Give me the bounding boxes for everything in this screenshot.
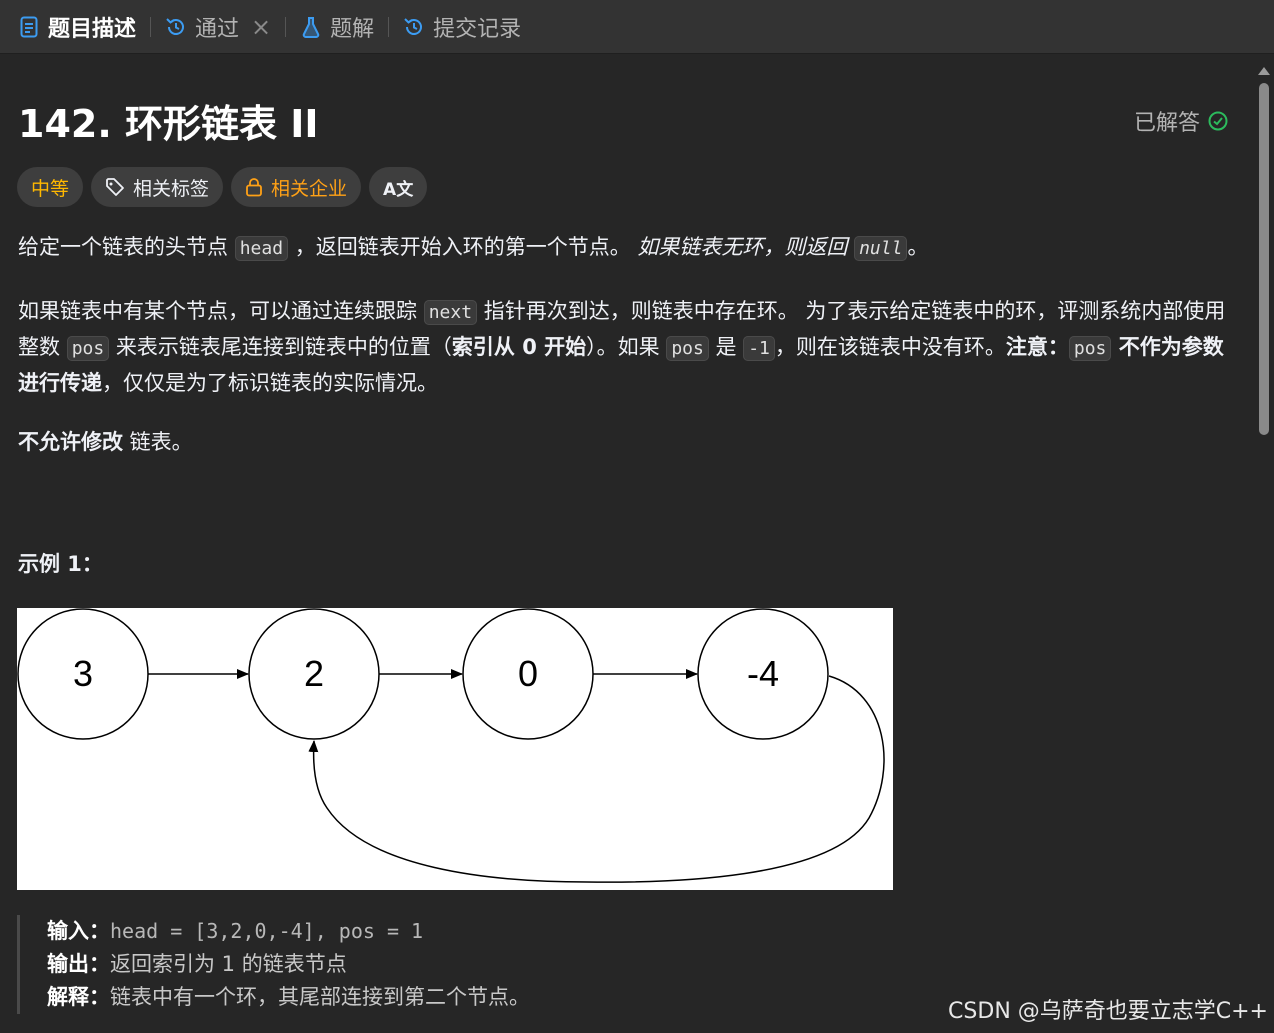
tab-separator xyxy=(150,16,152,37)
document-icon xyxy=(18,16,40,38)
text: 是 xyxy=(708,335,744,359)
description-paragraph-3: 不允许修改 链表。 xyxy=(18,425,1228,460)
bold-text: 索引从 0 开始 xyxy=(451,335,587,359)
translate-button[interactable]: A文 xyxy=(369,167,428,207)
tab-submissions-label: 提交记录 xyxy=(433,16,522,42)
output-label: 输出： xyxy=(47,952,110,976)
history-icon xyxy=(403,16,425,38)
text: ，则在该链表中没有环。 xyxy=(774,335,1006,359)
problem-description-panel: 142. 环形链表 II 已解答 中等 相关标签 相关企业 A文 给定一个链表的… xyxy=(0,55,1254,1033)
example-output-line: 输出：返回索引为 1 的链表节点 xyxy=(47,948,530,981)
node-value: 2 xyxy=(304,653,324,694)
text: 给定一个链表的头节点 xyxy=(18,235,235,259)
tag-icon xyxy=(106,178,124,196)
inline-code: pos xyxy=(1068,336,1112,361)
lock-icon xyxy=(246,178,262,197)
example-input-line: 输入：head = [3,2,0,-4], pos = 1 xyxy=(47,915,530,948)
flask-icon xyxy=(300,16,322,38)
tab-solutions[interactable]: 题解 xyxy=(294,0,380,54)
watermark: CSDN @乌萨奇也要立志学C++ xyxy=(948,999,1268,1024)
text: ，仅仅是为了标识链表的实际情况。 xyxy=(102,371,438,395)
related-companies-label: 相关企业 xyxy=(271,177,348,200)
node-value: 0 xyxy=(518,653,538,694)
inline-code: null xyxy=(854,236,908,261)
input-value: head = [3,2,0,-4], pos = 1 xyxy=(110,919,424,943)
text: 链表。 xyxy=(123,430,193,454)
problem-title[interactable]: 142. 环形链表 II xyxy=(18,93,319,148)
tab-description[interactable]: 题目描述 xyxy=(12,0,142,54)
tag-row: 中等 相关标签 相关企业 A文 xyxy=(17,167,428,207)
description-paragraph-1: 给定一个链表的头节点 head ，返回链表开始入环的第一个节点。 如果链表无环，… xyxy=(18,230,1228,266)
tab-bar: 题目描述 通过 × 题解 提交记录 xyxy=(0,0,1274,54)
related-companies-button[interactable]: 相关企业 xyxy=(231,167,362,207)
tab-submissions[interactable]: 提交记录 xyxy=(397,0,527,54)
linked-list-diagram: 3 2 0 -4 xyxy=(17,608,893,890)
tab-separator xyxy=(388,16,390,37)
example-title: 示例 1： xyxy=(18,552,103,576)
text: 如果链表中有某个节点，可以通过连续跟踪 xyxy=(18,299,424,323)
solved-status: 已解答 xyxy=(1134,105,1228,137)
example-io-block: 输入：head = [3,2,0,-4], pos = 1 输出：返回索引为 1… xyxy=(17,915,530,1014)
text: ，返回链表开始入环的第一个节点。 xyxy=(288,235,638,259)
tab-solutions-label: 题解 xyxy=(330,16,375,42)
description-paragraph-2: 如果链表中有某个节点，可以通过连续跟踪 next 指针再次到达，则链表中存在环。… xyxy=(18,294,1228,401)
tab-accepted[interactable]: 通过 × xyxy=(159,0,277,54)
related-tags-label: 相关标签 xyxy=(133,177,210,200)
title-row: 142. 环形链表 II 已解答 xyxy=(18,93,1228,148)
text: 。 xyxy=(907,235,929,259)
output-value: 返回索引为 1 的链表节点 xyxy=(110,952,347,976)
translate-icon: A文 xyxy=(383,179,414,200)
inline-code: next xyxy=(423,300,478,325)
inline-code: -1 xyxy=(743,336,775,361)
text: 来表示链表尾连接到链表中的位置（ xyxy=(109,335,452,359)
explain-label: 解释： xyxy=(47,985,110,1009)
node-value: -4 xyxy=(747,653,779,694)
node-value: 3 xyxy=(73,653,93,694)
related-tags-button[interactable]: 相关标签 xyxy=(91,167,224,207)
history-icon xyxy=(165,16,187,38)
inline-code: head xyxy=(234,236,289,261)
example-explain-line: 解释：链表中有一个环，其尾部连接到第二个节点。 xyxy=(47,981,530,1014)
scroll-thumb[interactable] xyxy=(1259,83,1269,435)
scroll-up-arrow-icon[interactable] xyxy=(1258,67,1270,75)
difficulty-badge[interactable]: 中等 xyxy=(17,167,84,207)
inline-code: pos xyxy=(666,336,709,361)
tab-separator xyxy=(285,16,287,37)
close-icon[interactable]: × xyxy=(251,13,271,41)
tab-accepted-label: 通过 xyxy=(195,16,240,42)
explain-value: 链表中有一个环，其尾部连接到第二个节点。 xyxy=(110,985,530,1009)
solved-label: 已解答 xyxy=(1133,110,1200,136)
bold-text: 注意： xyxy=(1005,335,1069,359)
vertical-scrollbar[interactable] xyxy=(1254,55,1274,1033)
tab-description-label: 题目描述 xyxy=(48,16,137,42)
text: ）。如果 xyxy=(586,335,667,359)
check-circle-icon xyxy=(1208,111,1228,130)
inline-code: pos xyxy=(66,336,110,361)
italic-text: 如果链表无环，则返回 xyxy=(637,235,855,259)
input-label: 输入： xyxy=(47,919,110,943)
bold-text: 不允许修改 xyxy=(18,430,123,454)
